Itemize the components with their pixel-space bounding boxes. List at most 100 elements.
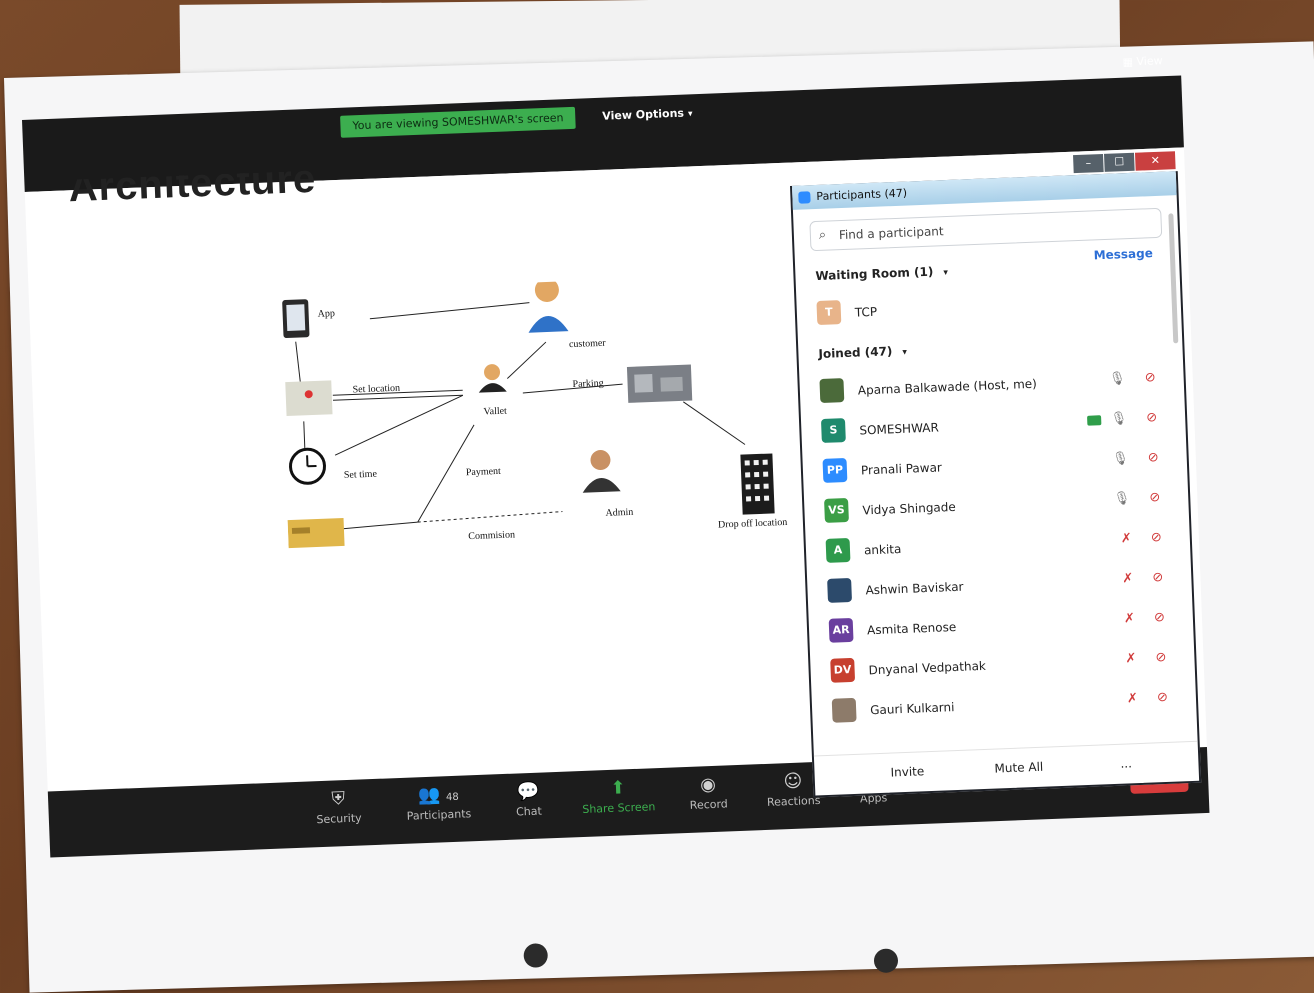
zoom-logo-icon: [798, 191, 811, 204]
connector-customer-app: [369, 302, 530, 320]
connector-location-time: [303, 421, 306, 452]
microphone-muted-icon[interactable]: ✗: [1125, 651, 1136, 666]
avatar: DV: [830, 657, 856, 683]
valet-icon: [484, 364, 501, 381]
video-off-icon[interactable]: ⊘: [1144, 370, 1155, 385]
joined-header[interactable]: Joined (47) ▾: [818, 344, 907, 361]
microphone-icon[interactable]: 🎙: [1112, 451, 1129, 467]
minimize-icon[interactable]: –: [1073, 153, 1104, 174]
more-options-button[interactable]: ...: [1120, 756, 1132, 770]
participants-label: Participants: [406, 807, 472, 823]
chat-label: Chat: [515, 804, 543, 819]
avatar: [819, 378, 845, 403]
joined-label: Joined (47): [818, 344, 893, 362]
chat-button[interactable]: 💬 Chat: [488, 780, 569, 820]
participant-name: Dnyanal Vedpathak: [868, 658, 987, 678]
microphone-muted-icon[interactable]: ✗: [1121, 531, 1132, 546]
punch-hole: [523, 943, 549, 968]
participant-name: Ashwin Baviskar: [865, 579, 964, 598]
participant-search-input[interactable]: ⌕ Find a participant: [809, 207, 1163, 252]
viewing-banner: You are viewing SOMESHWAR's screen: [340, 106, 576, 138]
record-button[interactable]: ◉ Record: [668, 773, 749, 813]
admin-icon: [590, 450, 611, 471]
message-link[interactable]: Message: [1093, 246, 1153, 262]
connector-customer-valet: [506, 341, 547, 379]
panel-scrollbar[interactable]: [1168, 213, 1179, 344]
microphone-muted-icon[interactable]: ✗: [1127, 691, 1138, 706]
waiting-room-label: Waiting Room (1): [815, 264, 934, 284]
people-icon: 👥 48: [417, 784, 459, 807]
participant-row[interactable]: A ankita ✗ ⊘: [825, 522, 1166, 569]
participant-row[interactable]: AR Asmita Renose ✗ ⊘: [828, 602, 1169, 649]
video-off-icon[interactable]: ⊘: [1146, 410, 1157, 425]
participant-name: Vidya Shingade: [862, 499, 957, 518]
customer-icon: [534, 277, 559, 302]
invite-button[interactable]: Invite: [890, 764, 924, 779]
share-screen-button[interactable]: ⬆ Share Screen: [578, 776, 659, 816]
video-off-icon[interactable]: ⊘: [1155, 650, 1166, 665]
search-icon: ⌕: [818, 227, 827, 243]
participants-count: 48: [445, 791, 459, 804]
video-off-icon[interactable]: ⊘: [1154, 610, 1165, 625]
label-valet: Vallet: [483, 405, 508, 418]
view-button[interactable]: ▦ View: [1122, 54, 1162, 69]
participant-row[interactable]: Ashwin Baviskar ✗ ⊘: [827, 562, 1168, 609]
punch-hole: [873, 948, 899, 974]
avatar: S: [820, 418, 846, 443]
label-app: App: [317, 308, 336, 320]
avatar: PP: [822, 458, 848, 483]
diagram-svg: [282, 277, 775, 549]
shield-icon: ⛨: [331, 788, 346, 810]
video-off-icon[interactable]: ⊘: [1149, 490, 1160, 505]
video-off-icon[interactable]: ⊘: [1152, 570, 1163, 585]
video-off-icon[interactable]: ⊘: [1157, 690, 1168, 705]
participants-panel: – ☐ ✕ Participants (47) ⌕ Find a partici…: [790, 151, 1202, 798]
waiting-participant-row[interactable]: T TCP: [816, 284, 1157, 331]
video-off-icon[interactable]: ⊘: [1151, 530, 1162, 545]
participant-row[interactable]: Gauri Kulkarni ✗ ⊘: [831, 682, 1173, 729]
record-icon: ◉: [699, 773, 717, 796]
mute-all-button[interactable]: Mute All: [994, 760, 1043, 776]
participant-row[interactable]: VS Vidya Shingade 🎙 ⊘: [824, 482, 1165, 529]
view-options-label: View Options: [602, 106, 685, 123]
close-icon[interactable]: ✕: [1134, 151, 1176, 171]
avatar: AR: [828, 617, 854, 643]
microphone-icon[interactable]: 🎙: [1110, 411, 1127, 427]
label-parking: Parking: [572, 377, 604, 391]
microphone-muted-icon[interactable]: ✗: [1124, 611, 1135, 626]
share-screen-label: Share Screen: [582, 800, 656, 816]
participant-name: TCP: [854, 304, 878, 320]
label-set-time: Set time: [343, 468, 378, 481]
maximize-icon[interactable]: ☐: [1104, 152, 1135, 172]
avatar: [827, 577, 853, 603]
chevron-down-icon: ▾: [943, 268, 949, 279]
participant-name: ankita: [863, 541, 902, 558]
security-label: Security: [316, 811, 362, 827]
participant-name: Asmita Renose: [866, 619, 957, 638]
participant-row[interactable]: PP Pranali Pawar 🎙 ⊘: [822, 442, 1163, 489]
share-screen-icon: ⬆: [610, 777, 627, 799]
participant-name: Gauri Kulkarni: [869, 700, 955, 718]
avatar: A: [825, 537, 851, 563]
view-options-button[interactable]: View Options ▾: [592, 102, 703, 128]
microphone-muted-icon[interactable]: ✗: [1122, 571, 1133, 586]
avatar: T: [816, 300, 842, 326]
participants-button[interactable]: 👥 48 Participants: [398, 783, 479, 823]
waiting-room-header[interactable]: Waiting Room (1) ▾: [815, 264, 949, 284]
microphone-icon[interactable]: 🎙: [1109, 371, 1126, 387]
participant-row[interactable]: DV Dnyanal Vedpathak ✗ ⊘: [830, 642, 1171, 689]
avatar: VS: [824, 498, 849, 523]
panel-title: Participants (47): [816, 186, 908, 203]
label-admin: Admin: [605, 506, 634, 519]
video-off-icon[interactable]: ⊘: [1148, 450, 1159, 465]
connector-commission-admin: [417, 511, 563, 523]
label-set-location: Set location: [352, 382, 401, 396]
participant-name: Aparna Balkawade (Host, me): [857, 376, 1038, 398]
microphone-icon[interactable]: 🎙: [1113, 491, 1130, 507]
connector-app-location: [295, 341, 301, 382]
participant-row[interactable]: Aparna Balkawade (Host, me) 🎙 ⊘: [819, 362, 1160, 409]
security-button[interactable]: ⛨ Security: [298, 787, 379, 827]
participant-row[interactable]: S SOMESHWAR 🎙 ⊘: [820, 402, 1162, 449]
architecture-diagram: App customer Set location Vallet Parking…: [279, 272, 831, 612]
connector-parking-dropoff: [683, 401, 746, 445]
